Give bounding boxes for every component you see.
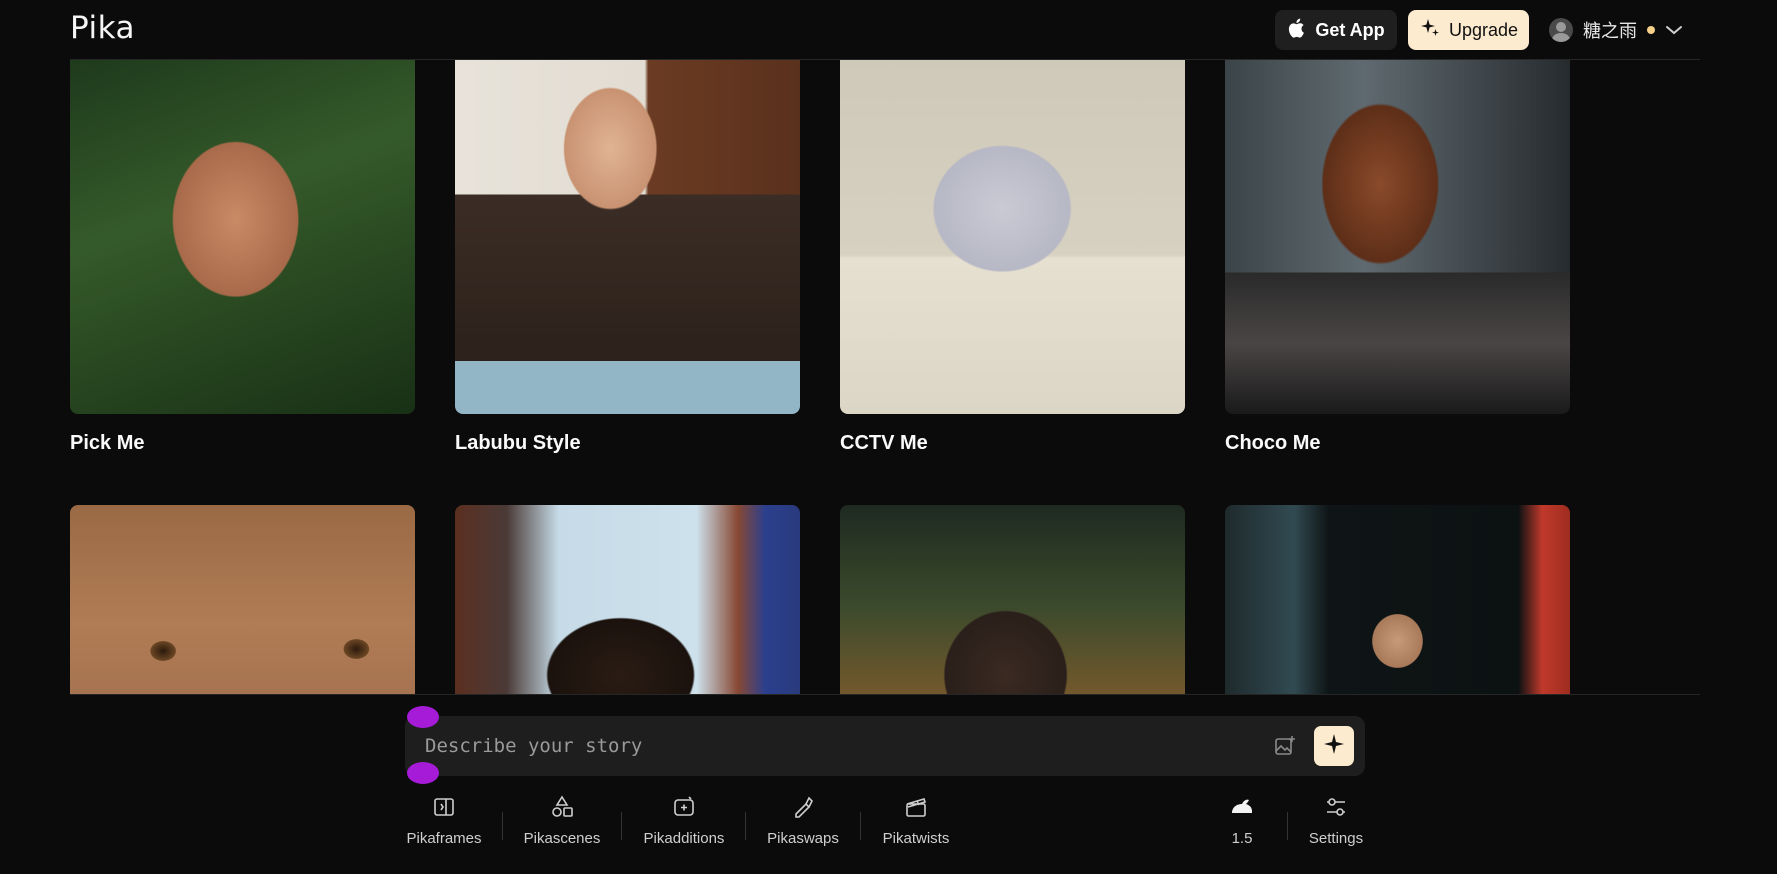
tool-label: Pikadditions [643,830,725,847]
image-add-icon[interactable] [1271,732,1299,760]
toolbar-divider [745,812,746,840]
brush-icon [790,794,816,824]
effect-card[interactable] [1225,505,1570,695]
tool-pikaframes[interactable]: Pikaframes [405,794,483,850]
top-bar: Pika Get App Upgrade 糖之雨 [0,0,1777,59]
effect-card[interactable] [70,505,415,695]
selection-handle-bottom[interactable] [407,762,439,784]
prompt-bar [405,716,1365,776]
effect-title: Labubu Style [455,432,581,454]
tool-label: Pikaframes [406,830,482,847]
tool-pikatwists[interactable]: Pikatwists [880,794,952,850]
effect-thumbnail[interactable] [70,505,415,695]
effect-card-labubu-style[interactable]: Labubu Style [455,60,800,455]
effect-card[interactable] [840,505,1185,695]
toolbar-divider [502,812,503,840]
effect-card-cctv-me[interactable]: CCTV Me [840,60,1185,455]
pika-logo[interactable]: Pika [70,10,135,46]
frames-icon [431,794,457,824]
tool-pikadditions[interactable]: Pikadditions [640,794,728,850]
generate-button[interactable] [1314,726,1354,766]
upgrade-button[interactable]: Upgrade [1408,10,1529,50]
toolbar-divider [860,812,861,840]
effect-title: CCTV Me [840,432,928,454]
tool-pikascenes[interactable]: Pikascenes [522,794,602,850]
tool-pikaswaps[interactable]: Pikaswaps [765,794,841,850]
toolbar-divider [1287,812,1288,840]
effect-card[interactable] [455,505,800,695]
effect-thumbnail[interactable] [70,60,415,414]
sliders-icon [1323,794,1349,824]
grid-divider [70,694,1700,695]
tool-label: Pikascenes [523,830,601,847]
get-app-label: Get App [1315,19,1385,40]
chevron-down-icon [1665,20,1683,41]
clapperboard-icon [903,794,929,824]
effect-card-pick-me[interactable]: Pick Me [70,60,415,455]
effect-thumbnail[interactable] [455,60,800,414]
rabbit-icon [1229,794,1255,824]
upgrade-label: Upgrade [1448,19,1519,40]
effect-thumbnail[interactable] [1225,60,1570,414]
effect-thumbnail[interactable] [840,60,1185,414]
sparkle-icon [1323,733,1345,760]
account-menu[interactable]: 糖之雨 [1549,14,1683,46]
apple-icon [1287,17,1307,44]
story-prompt-input[interactable] [425,716,1245,776]
tool-label: Settings [1308,830,1364,847]
effect-thumbnail[interactable] [1225,505,1570,695]
effect-thumbnail[interactable] [840,505,1185,695]
status-dot [1647,26,1655,34]
shapes-icon [549,794,575,824]
effect-card-choco-me[interactable]: Choco Me [1225,60,1570,455]
selection-handle-top[interactable] [407,706,439,728]
get-app-button[interactable]: Get App [1275,10,1397,50]
effect-title: Pick Me [70,432,145,454]
avatar [1549,18,1573,42]
toolbar-divider [621,812,622,840]
tool-label: Pikatwists [882,830,950,847]
effects-grid: Pick Me Labubu Style CCTV Me Choco Me [0,60,1777,695]
model-version-selector[interactable]: 1.5 [1222,794,1262,850]
effect-thumbnail[interactable] [455,505,800,695]
add-media-icon [671,794,697,824]
sparkle-icon [1419,17,1441,44]
model-version-label: 1.5 [1231,830,1253,847]
tool-label: Pikaswaps [767,830,839,847]
username: 糖之雨 [1583,21,1637,41]
effect-title: Choco Me [1225,432,1321,454]
settings-button[interactable]: Settings [1306,794,1366,850]
